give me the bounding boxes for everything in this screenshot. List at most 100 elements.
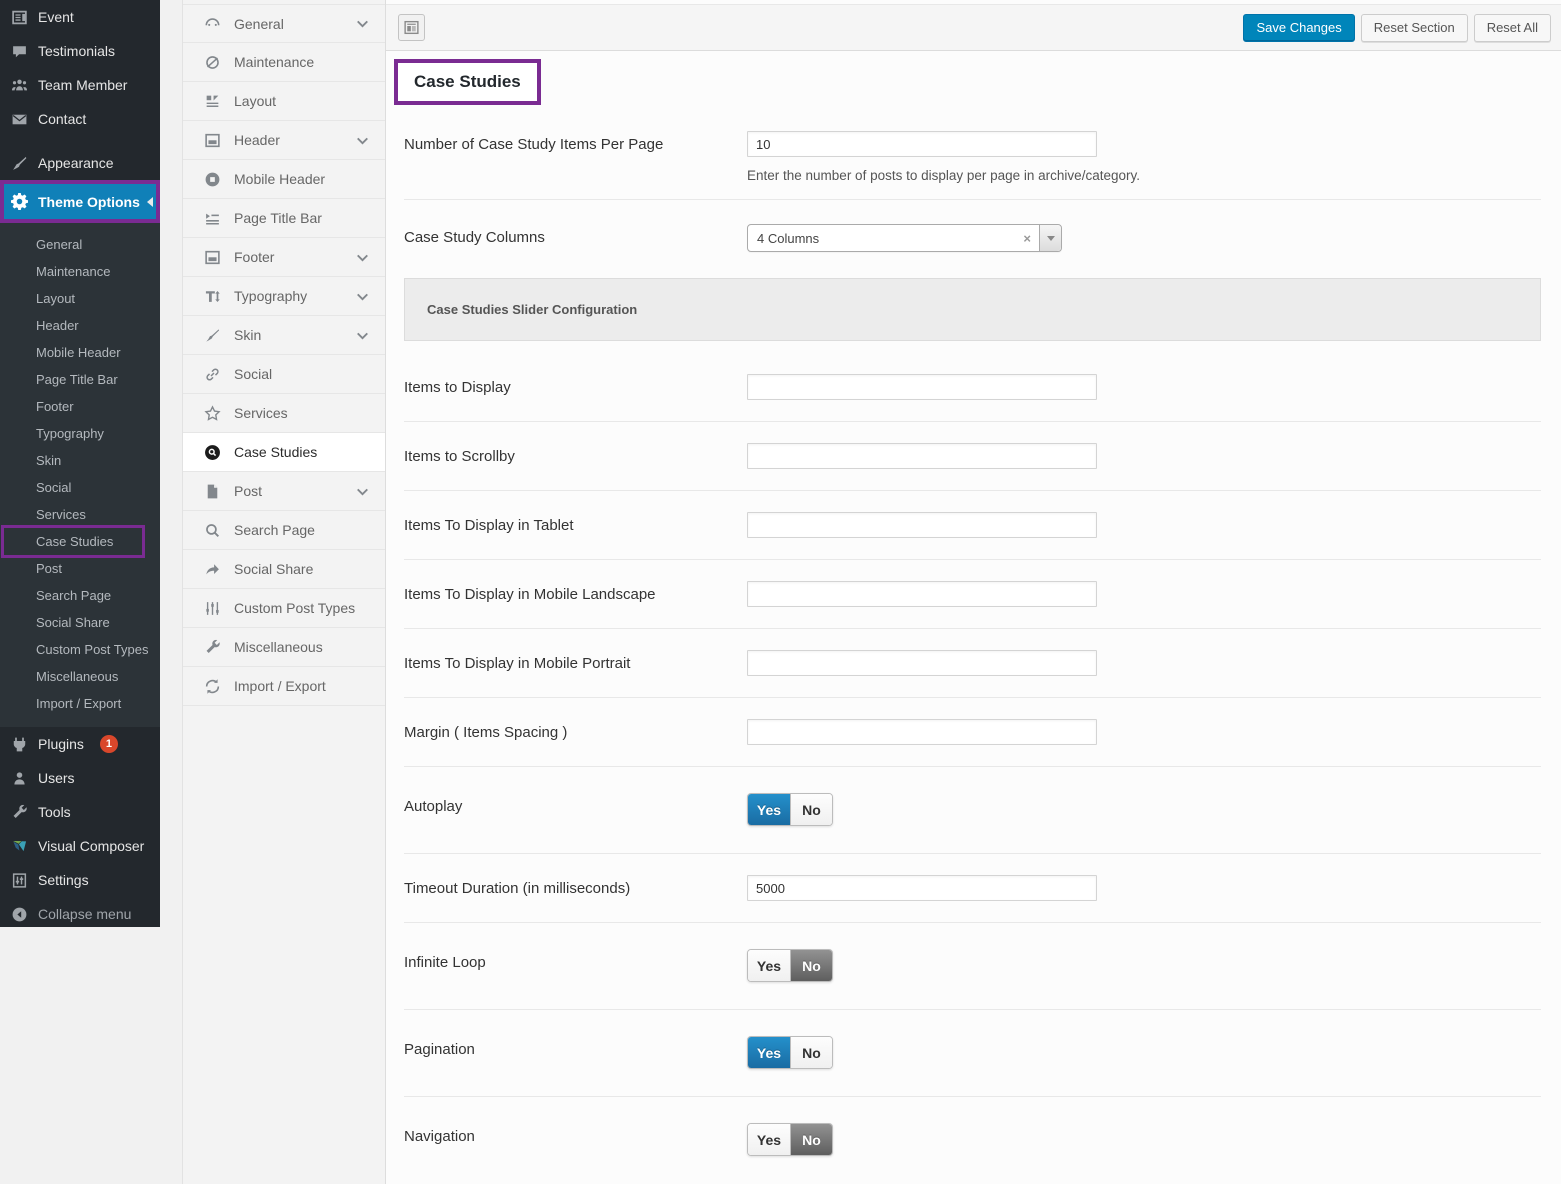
sidebar-item-event[interactable]: Event [0,0,160,34]
submenu-item-header[interactable]: Header [0,312,160,339]
theme-options-highlight-frame: Theme Options [0,180,160,223]
sidebar-item-tools[interactable]: Tools [0,795,160,829]
submenu-item-services[interactable]: Services [0,501,160,528]
search-icon [203,521,221,539]
sidebar-item-contact[interactable]: Contact [0,102,160,136]
panel-menu-item-mobile-header[interactable]: Mobile Header [183,160,385,199]
timeout-duration-in-milliseconds-input[interactable] [747,875,1097,901]
sidebar-item-visual-composer[interactable]: Visual Composer [0,829,160,863]
autoplay-toggle: Yes No [747,793,833,826]
panel-menu-item-search-page[interactable]: Search Page [183,511,385,550]
caret-down-icon [1046,235,1055,241]
submenu-item-social[interactable]: Social [0,474,160,501]
field-label: Items to Display [404,379,511,396]
submenu-item-social-share[interactable]: Social Share [0,609,160,636]
infinite-loop-option-no[interactable]: No [790,950,832,981]
page-title-bar-icon [203,209,221,227]
layout-icon [203,92,221,110]
panel-menu-item-label: Page Title Bar [234,210,322,226]
panel-menu-item-import-export[interactable]: Import / Export [183,667,385,706]
panel-menu-item-skin[interactable]: Skin [183,316,385,355]
autoplay-option-yes[interactable]: Yes [748,794,790,825]
submenu-item-page-title-bar[interactable]: Page Title Bar [0,366,160,393]
items-to-display-in-mobile-landscape-input[interactable] [747,581,1097,607]
contact-icon [9,109,29,129]
sidebar-item-label: Users [38,770,75,786]
panel-menu-item-post[interactable]: Post [183,472,385,511]
sidebar-item-label: Appearance [38,155,114,171]
field-control: 4 Columns × [747,224,1541,252]
panel-menu-item-typography[interactable]: Typography [183,277,385,316]
reset-section-button[interactable]: Reset Section [1360,13,1468,42]
sidebar-item-team-member[interactable]: Team Member [0,68,160,102]
panel-layout-toggle-button[interactable] [398,14,425,41]
sidebar-item-collapse-menu[interactable]: Collapse menu [0,897,160,931]
sidebar-item-users[interactable]: Users [0,761,160,795]
sidebar-item-theme-options[interactable]: Theme Options [4,184,156,219]
pagination-option-yes[interactable]: Yes [748,1037,790,1068]
sidebar-item-appearance[interactable]: Appearance [0,146,160,180]
form-row-items-to-display: Items to Display [404,353,1541,422]
autoplay-option-no[interactable]: No [790,794,832,825]
submenu-item-search-page[interactable]: Search Page [0,582,160,609]
items-to-scrollby-input[interactable] [747,443,1097,469]
panel-menu-item-footer[interactable]: Footer [183,238,385,277]
margin-items-spacing-input[interactable] [747,719,1097,745]
navigation-option-yes[interactable]: Yes [748,1124,790,1155]
general-icon [203,15,221,33]
items-to-display-input[interactable] [747,374,1097,400]
field-label: Items To Display in Tablet [404,517,574,534]
form-row-navigation: Navigation Yes No [404,1097,1541,1183]
pagination-option-no[interactable]: No [790,1037,832,1068]
field-control [747,875,1541,901]
field-control: Yes No [747,1036,1541,1069]
case-study-columns-select[interactable]: 4 Columns × [747,224,1062,252]
section-header-case-studies-slider-configuration: Case Studies Slider Configuration [404,278,1541,341]
panel-menu-item-page-title-bar[interactable]: Page Title Bar [183,199,385,238]
chevron-down-icon [353,482,371,500]
panel-menu-item-custom-post-types[interactable]: Custom Post Types [183,589,385,628]
select-dropdown-arrow[interactable] [1039,225,1061,251]
submenu-item-import-export[interactable]: Import / Export [0,690,160,717]
submenu-item-label: Social [36,480,72,495]
clear-selection-icon[interactable]: × [1015,231,1039,246]
panel-menu-item-miscellaneous[interactable]: Miscellaneous [183,628,385,667]
panel-menu-item-social[interactable]: Social [183,355,385,394]
items-to-display-in-tablet-input[interactable] [747,512,1097,538]
panel-menu-item-case-studies[interactable]: Case Studies [183,433,385,472]
submenu-item-maintenance[interactable]: Maintenance [0,258,160,285]
submenu-item-case-studies[interactable]: Case Studies [0,525,160,558]
submenu-item-post[interactable]: Post [0,555,160,582]
miscellaneous-icon [203,638,221,656]
visual-composer-icon [9,836,29,856]
number-of-case-study-items-per-page-input[interactable] [747,131,1097,157]
submenu-item-layout[interactable]: Layout [0,285,160,312]
sidebar-item-testimonials[interactable]: Testimonials [0,34,160,68]
submenu-item-miscellaneous[interactable]: Miscellaneous [0,663,160,690]
infinite-loop-option-yes[interactable]: Yes [748,950,790,981]
navigation-option-no[interactable]: No [790,1124,832,1155]
panel-menu-item-layout[interactable]: Layout [183,82,385,121]
submenu-item-label: Mobile Header [36,345,121,360]
items-to-display-in-mobile-portrait-input[interactable] [747,650,1097,676]
panel-menu-item-general[interactable]: General [183,4,385,43]
sidebar-item-label: Collapse menu [38,906,132,922]
panel-menu-item-social-share[interactable]: Social Share [183,550,385,589]
panel-menu-item-header[interactable]: Header [183,121,385,160]
panel-menu-item-maintenance[interactable]: Maintenance [183,43,385,82]
sidebar-item-plugins[interactable]: Plugins 1 [0,727,160,761]
panel-menu-item-label: Header [234,132,280,148]
submenu-item-mobile-header[interactable]: Mobile Header [0,339,160,366]
reset-all-button[interactable]: Reset All [1473,13,1551,42]
form-row-pagination: Pagination Yes No [404,1010,1541,1097]
save-changes-button[interactable]: Save Changes [1243,13,1355,42]
submenu-item-footer[interactable]: Footer [0,393,160,420]
sidebar-item-label: Team Member [38,77,128,93]
case-studies-icon [203,443,221,461]
sidebar-item-settings[interactable]: Settings [0,863,160,897]
submenu-item-custom-post-types[interactable]: Custom Post Types [0,636,160,663]
submenu-item-general[interactable]: General [0,231,160,258]
panel-menu-item-services[interactable]: Services [183,394,385,433]
submenu-item-skin[interactable]: Skin [0,447,160,474]
submenu-item-typography[interactable]: Typography [0,420,160,447]
